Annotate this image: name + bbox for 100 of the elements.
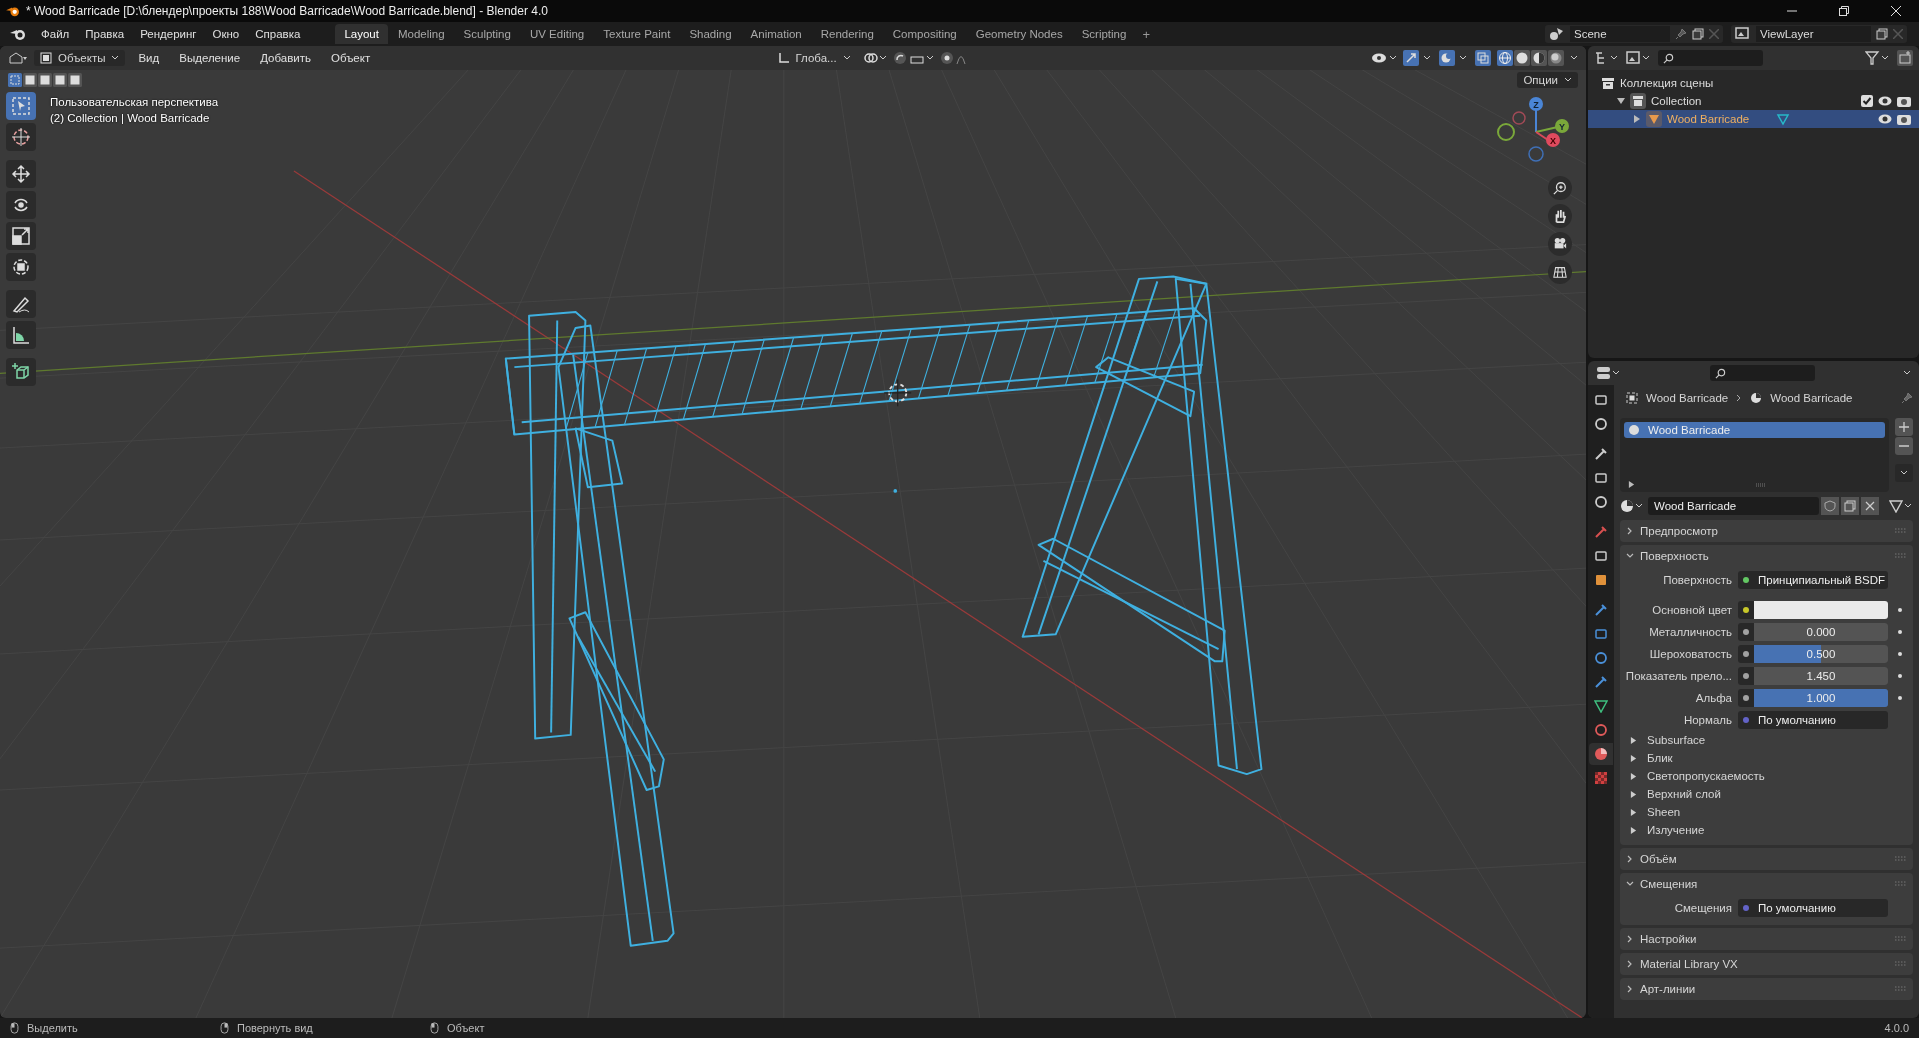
unlink-button[interactable] <box>1861 497 1879 515</box>
wireframe-shading-icon[interactable] <box>1497 50 1513 66</box>
subpanel-header[interactable]: Светопропускаемость <box>1620 767 1913 785</box>
shader-dropdown[interactable]: Принципиальный BSDF <box>1738 571 1888 589</box>
tool-button[interactable] <box>6 191 36 219</box>
tool-button[interactable] <box>6 123 36 151</box>
menu-item[interactable]: Справка <box>248 25 308 43</box>
keyframe-dot[interactable] <box>1898 652 1902 656</box>
navigation-gizmo[interactable]: Z Y X <box>1496 92 1576 172</box>
tool-button[interactable] <box>6 253 36 281</box>
drag-handle-icon[interactable] <box>1895 881 1907 887</box>
keyframe-dot[interactable] <box>1898 630 1902 634</box>
expanded-arrow-icon[interactable] <box>1617 97 1625 105</box>
new-collection-icon[interactable] <box>1897 50 1913 66</box>
pan-button[interactable] <box>1548 204 1572 228</box>
checkbox[interactable] <box>1861 95 1873 107</box>
copy-icon[interactable] <box>1876 28 1888 40</box>
material-name-field[interactable]: Wood Barricade <box>1648 497 1819 515</box>
shader-dropdown[interactable]: По умолчанию <box>1738 711 1888 729</box>
fake-user-button[interactable] <box>1821 497 1839 515</box>
menu-item[interactable]: Окно <box>205 25 247 43</box>
outliner-row[interactable]: Wood Barricade <box>1588 110 1919 128</box>
outliner-row[interactable]: Collection <box>1588 92 1919 110</box>
material-shading-icon[interactable] <box>1531 50 1547 66</box>
scene-selector[interactable]: Scene <box>1545 25 1723 43</box>
drag-handle-icon[interactable] <box>1895 986 1907 992</box>
add-workspace-button[interactable]: + <box>1136 24 1156 44</box>
search-field[interactable] <box>1710 365 1815 381</box>
expand-arrow-icon[interactable] <box>1628 481 1635 488</box>
select-mode-icon[interactable] <box>38 73 52 87</box>
outliner-row[interactable]: Коллекция сцены <box>1588 74 1919 92</box>
app-logo-icon[interactable] <box>10 27 26 41</box>
visibility-icon[interactable] <box>1371 51 1397 65</box>
overlay-toggle-icon[interactable] <box>1439 50 1469 66</box>
workspace-tab[interactable]: Texture Paint <box>594 24 680 44</box>
collapsed-arrow-icon[interactable] <box>1633 115 1641 123</box>
workspace-tab[interactable]: Sculpting <box>454 24 520 44</box>
mesh-link-icon[interactable] <box>1889 499 1913 513</box>
panel-header[interactable]: Material Library VX <box>1620 953 1913 975</box>
zoom-button[interactable] <box>1548 176 1572 200</box>
mode-dropdown[interactable]: Объекты <box>34 50 126 66</box>
resize-grip-icon[interactable] <box>1755 482 1767 487</box>
workspace-tab[interactable]: Geometry Nodes <box>966 24 1072 44</box>
menu-item[interactable]: Объект <box>324 49 378 67</box>
tool-button[interactable] <box>6 290 36 318</box>
drag-handle-icon[interactable] <box>1895 961 1907 967</box>
mesh-data-icon[interactable] <box>1776 112 1791 126</box>
panel-header[interactable]: Арт-линии <box>1620 978 1913 1000</box>
properties-tab[interactable] <box>1589 743 1613 765</box>
options-dropdown[interactable]: Опции <box>1517 72 1578 88</box>
pin-icon[interactable] <box>1901 392 1913 404</box>
select-mode-icon[interactable] <box>23 73 37 87</box>
select-mode-icon[interactable] <box>53 73 67 87</box>
tool-button[interactable] <box>6 358 36 386</box>
tool-button[interactable] <box>6 321 36 349</box>
subpanel-header[interactable]: Subsurface <box>1620 731 1913 749</box>
workspace-tab[interactable]: Scripting <box>1072 24 1136 44</box>
gizmo-toggle-icon[interactable] <box>1403 50 1433 66</box>
workspace-tab[interactable]: Rendering <box>811 24 883 44</box>
view-layer-icon[interactable] <box>1626 51 1652 65</box>
remove-slot-button[interactable] <box>1895 437 1913 455</box>
number-field[interactable]: 1.450 <box>1738 667 1888 685</box>
workspace-tab[interactable]: Compositing <box>883 24 966 44</box>
panel-header[interactable]: Смещения <box>1620 873 1913 895</box>
drag-handle-icon[interactable] <box>1895 936 1907 942</box>
pivot-icon[interactable] <box>862 51 887 65</box>
workspace-tab[interactable]: Shading <box>680 24 741 44</box>
panel-header[interactable]: Поверхность <box>1620 545 1913 567</box>
workspace-tab[interactable]: Layout <box>335 24 388 44</box>
panel-header[interactable]: Предпросмотр <box>1620 520 1913 542</box>
chevron-icon[interactable] <box>1903 370 1911 376</box>
menu-item[interactable]: Добавить <box>253 49 318 67</box>
xray-toggle-icon[interactable] <box>1475 50 1491 66</box>
solid-shading-icon[interactable] <box>1514 50 1530 66</box>
menu-item[interactable]: Выделение <box>172 49 248 67</box>
tool-button[interactable] <box>6 222 36 250</box>
menu-item[interactable]: Вид <box>131 49 167 67</box>
workspace-tab[interactable]: Modeling <box>388 24 454 44</box>
material-browse-icon[interactable] <box>1620 499 1644 513</box>
subpanel-header[interactable]: Sheen <box>1620 803 1913 821</box>
tool-button[interactable] <box>6 160 36 188</box>
shader-dropdown[interactable]: По умолчанию <box>1738 899 1888 917</box>
workspace-tab[interactable]: UV Editing <box>520 24 594 44</box>
number-field[interactable]: 1.000 <box>1738 689 1888 707</box>
pin-icon[interactable] <box>1675 28 1687 40</box>
display-mode-icon[interactable] <box>1594 51 1620 65</box>
select-mode-icon[interactable] <box>68 73 82 87</box>
panel-header[interactable]: Настройки <box>1620 928 1913 950</box>
grid-view-button[interactable] <box>1548 260 1572 284</box>
keyframe-dot[interactable] <box>1898 696 1902 700</box>
keyframe-dot[interactable] <box>1898 674 1902 678</box>
drag-handle-icon[interactable] <box>1895 553 1907 559</box>
rendered-shading-icon[interactable] <box>1548 50 1564 66</box>
panel-header[interactable]: Объём <box>1620 848 1913 870</box>
chevron-icon[interactable] <box>1570 55 1578 61</box>
subpanel-header[interactable]: Верхний слой <box>1620 785 1913 803</box>
drag-handle-icon[interactable] <box>1895 528 1907 534</box>
menu-item[interactable]: Правка <box>78 25 132 43</box>
eye-icon[interactable] <box>1878 114 1892 124</box>
copy-icon[interactable] <box>1692 28 1704 40</box>
